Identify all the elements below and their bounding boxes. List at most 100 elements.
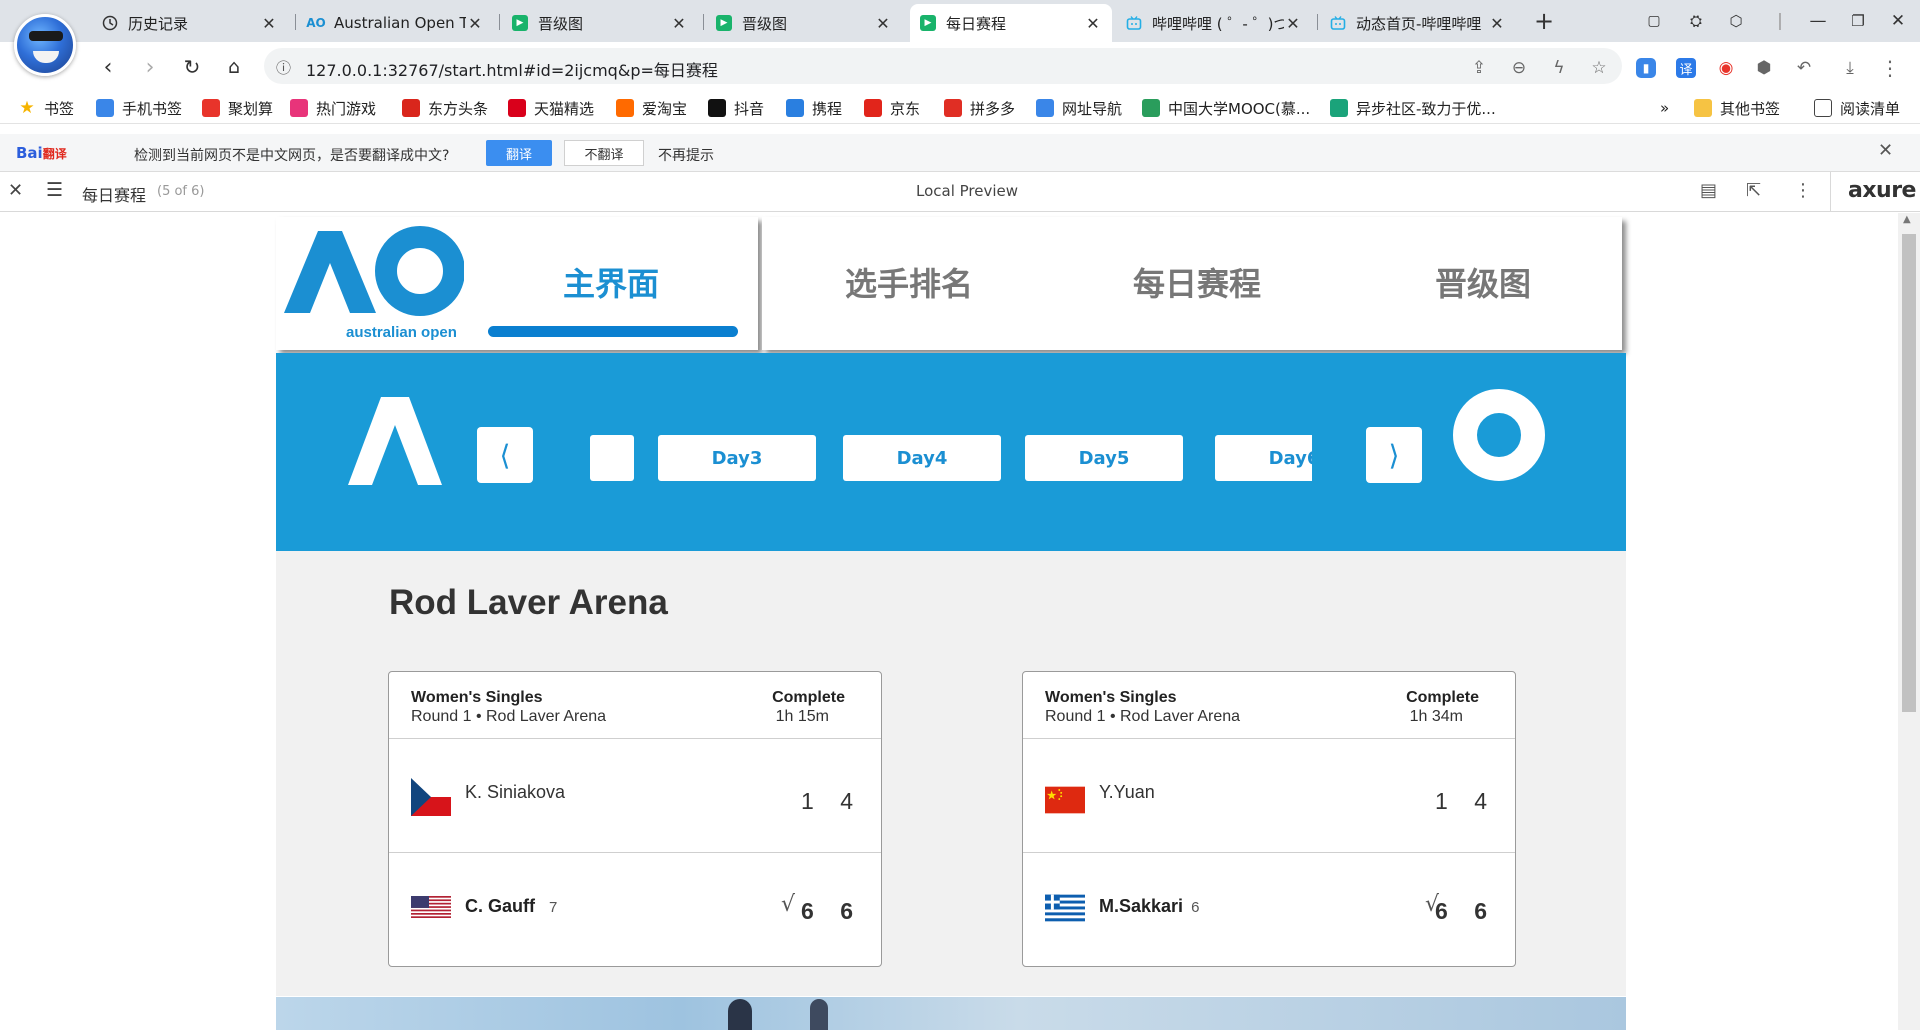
close-icon[interactable]: ✕ [8,180,23,201]
tab-separator [1317,14,1318,30]
bookmark-item[interactable]: 中国大学MOOC(慕... [1142,96,1310,120]
translate-icon[interactable]: 译 [1676,58,1696,78]
bookmarks-overflow-button[interactable]: » [1660,96,1669,120]
page-count: (5 of 6) [157,184,205,199]
bookmark-item[interactable]: ★ 书签 [18,96,74,120]
tab-bracket-2[interactable]: ▶ 晋级图 ✕ [706,4,902,42]
day-button-partial[interactable] [590,435,634,481]
window-close-icon[interactable]: ✕ [1884,8,1912,34]
overflow-label: » [1660,99,1670,117]
player-score: 1 4 [1435,788,1497,814]
restore-icon[interactable]: ❐ [1844,8,1872,34]
scrollbar-thumb[interactable] [1902,234,1916,712]
bookmark-item[interactable]: 京东 [864,96,920,120]
axure-play-icon: ▶ [512,15,528,31]
url-text[interactable]: 127.0.0.1:32767/start.html#id=2ijcmq&p=每… [306,57,718,81]
bookmark-item[interactable]: 聚划算 [202,96,273,120]
player-score: 6 6 [801,898,863,924]
bookmark-item[interactable]: 异步社区-致力于优... [1330,96,1496,120]
match-status: Complete [1406,689,1479,706]
extension-blue-icon[interactable]: ▮ [1636,58,1656,78]
prev-day-button[interactable]: ⟨ [477,427,533,483]
close-icon[interactable]: ✕ [1084,14,1102,33]
lightning-icon[interactable]: ϟ [1547,56,1571,80]
close-icon[interactable]: ✕ [260,14,278,33]
star-icon[interactable]: ☆ [1587,56,1611,80]
share-icon[interactable]: ⇪ [1467,56,1491,80]
bookmark-item[interactable]: 爱淘宝 [616,96,687,120]
reload-icon[interactable]: ↻ [178,53,206,81]
back-icon[interactable]: ‹ [94,53,122,81]
day-button-6[interactable]: Day6 [1215,435,1312,481]
undo-icon[interactable]: ↶ [1792,56,1816,80]
nav-bracket[interactable]: 晋级图 [1435,259,1531,305]
notes-icon[interactable]: ▤ [1700,180,1717,201]
bookmark-favicon-icon [944,99,962,117]
tab-search-icon[interactable]: ▢ [1640,8,1668,34]
day-button-5[interactable]: Day5 [1025,435,1183,481]
close-icon[interactable]: ✕ [874,14,892,33]
day-button-4[interactable]: Day4 [843,435,1001,481]
new-tab-button[interactable]: + [1530,7,1558,35]
nav-rankings[interactable]: 选手排名 [845,259,973,305]
bookmark-item[interactable]: 手机书签 [96,96,182,120]
bookmark-item[interactable]: 天猫精选 [508,96,594,120]
bookmark-label: 天猫精选 [534,99,595,118]
player-row: M.Sakkari 6 √ 6 6 [1023,854,1515,966]
bookmark-favicon-icon [508,99,526,117]
home-icon[interactable]: ⌂ [220,53,248,81]
translate-button[interactable]: 翻译 [486,140,552,166]
bookmark-favicon-icon [402,99,420,117]
bookmark-item[interactable]: 拼多多 [944,96,1015,120]
no-translate-button[interactable]: 不翻译 [564,140,644,166]
page-viewport: australian open 主界面 选手排名 每日赛程 晋级图 ⟨ ⟩ Da… [0,213,1920,1030]
bookmark-label: 中国大学MOOC(慕... [1168,99,1311,118]
scroll-up-icon[interactable]: ▲ [1903,214,1911,225]
tab-bracket-1[interactable]: ▶ 晋级图 ✕ [502,4,698,42]
next-day-button[interactable]: ⟩ [1366,427,1422,483]
more-menu-icon[interactable]: ⋮ [1878,56,1902,80]
close-icon[interactable]: ✕ [1284,14,1302,33]
no-remind-link[interactable]: 不再提示 [658,145,714,165]
reading-list[interactable]: 阅读清单 [1814,96,1900,120]
nav-home[interactable]: 主界面 [563,259,659,305]
bookmark-favicon-icon [864,99,882,117]
bookmark-item[interactable]: 热门游戏 [290,96,376,120]
tab-bilibili[interactable]: 哔哩哔哩 ( ゜- ゜)つ ✕ [1116,4,1312,42]
player-figure [810,999,828,1030]
close-icon[interactable]: ✕ [466,14,484,33]
bookmark-item[interactable]: 网址导航 [1036,96,1122,120]
bookmark-item[interactable]: 东方头条 [402,96,488,120]
more-vertical-icon[interactable]: ⋮ [1794,180,1812,201]
close-icon[interactable]: ✕ [1878,140,1893,161]
zoom-icon[interactable]: ⊖ [1507,56,1531,80]
download-icon[interactable]: ⤓ [1838,56,1862,80]
forward-icon[interactable]: › [136,53,164,81]
profile-avatar[interactable] [14,14,76,76]
other-bookmarks[interactable]: 其他书签 [1694,96,1780,120]
tab-history[interactable]: 历史记录 ✕ [92,4,288,42]
security-icon[interactable]: ◉ [1714,56,1738,80]
bookmark-item[interactable]: 携程 [786,96,842,120]
nav-daily-schedule[interactable]: 每日赛程 [1133,259,1261,305]
minimize-icon[interactable]: — [1804,8,1832,34]
match-card[interactable]: Women's Singles Round 1 • Rod Laver Aren… [388,671,882,967]
tab-daily-schedule[interactable]: ▶ 每日赛程 ✕ [910,4,1112,42]
match-card[interactable]: Women's Singles Round 1 • Rod Laver Aren… [1022,671,1516,967]
tab-title: Australian Open T [334,14,466,32]
close-icon[interactable]: ✕ [1488,14,1506,33]
adaptive-view-icon[interactable]: ⇱ [1746,180,1761,201]
extension-icon[interactable]: ⬡ [1722,8,1750,34]
bookmark-item[interactable]: 抖音 [708,96,764,120]
day-button-3[interactable]: Day3 [658,435,816,481]
puzzle-icon[interactable]: ⬢ [1752,56,1776,80]
bookmark-favicon-icon [96,99,114,117]
close-icon[interactable]: ✕ [670,14,688,33]
tab-australian-open[interactable]: AO Australian Open T ✕ [298,4,494,42]
bookmark-label: 京东 [890,99,921,118]
game-controller-icon[interactable]: ⛭ [1682,8,1710,34]
hamburger-menu-icon[interactable]: ☰ [46,179,63,201]
axure-logo: axure [1848,178,1916,203]
tab-bilibili-home[interactable]: 动态首页-哔哩哔哩 ✕ [1320,4,1516,42]
info-icon[interactable]: ⓘ [276,57,291,78]
